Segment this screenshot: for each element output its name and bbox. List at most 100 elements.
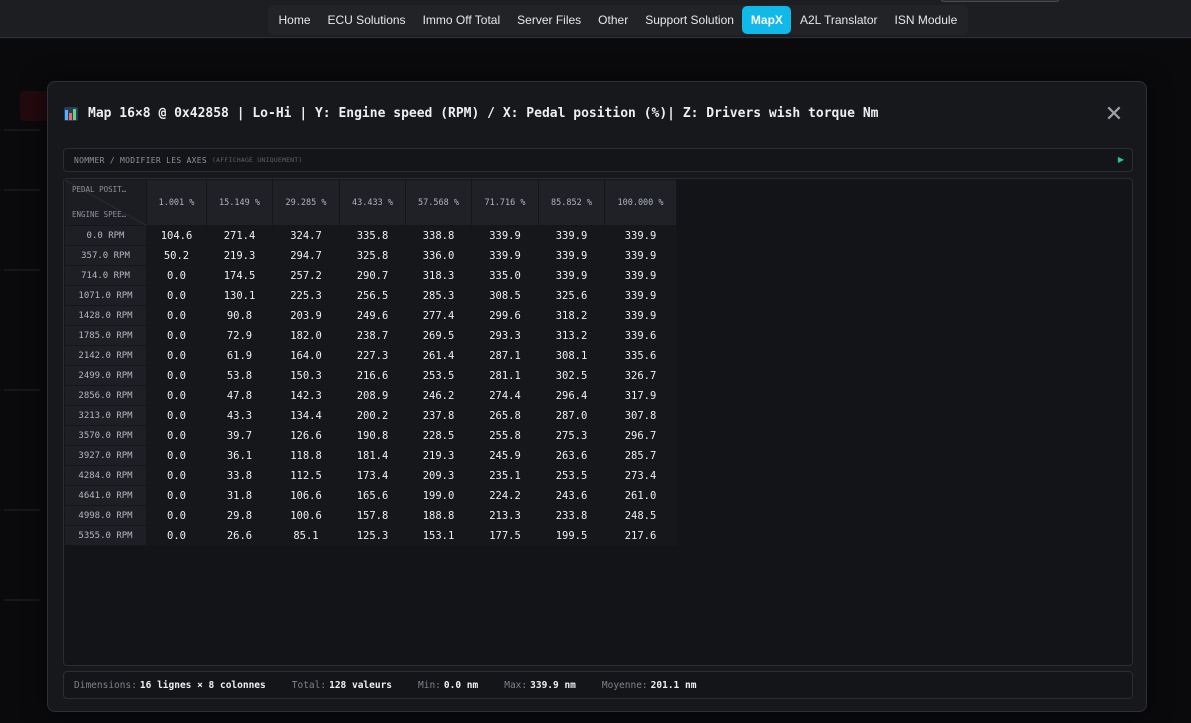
nav-item-support-solution[interactable]: Support Solution	[637, 6, 743, 34]
table-cell[interactable]: 0.0	[146, 325, 207, 346]
table-cell[interactable]: 293.3	[471, 325, 539, 346]
table-cell[interactable]: 106.6	[272, 485, 340, 506]
table-cell[interactable]: 90.8	[206, 305, 273, 326]
table-cell[interactable]: 317.9	[604, 385, 677, 406]
table-cell[interactable]: 50.2	[146, 245, 207, 266]
table-cell[interactable]: 0.0	[146, 305, 207, 326]
table-cell[interactable]: 339.9	[538, 225, 605, 246]
top-right-search-box[interactable]	[940, 0, 1060, 2]
table-cell[interactable]: 203.9	[272, 305, 340, 326]
table-cell[interactable]: 104.6	[146, 225, 207, 246]
table-cell[interactable]: 0.0	[146, 525, 207, 546]
table-cell[interactable]: 339.9	[538, 265, 605, 286]
table-cell[interactable]: 271.4	[206, 225, 273, 246]
table-cell[interactable]: 339.9	[604, 245, 677, 266]
close-button[interactable]: ✕	[1104, 103, 1124, 125]
table-cell[interactable]: 326.7	[604, 365, 677, 386]
table-cell[interactable]: 339.9	[604, 265, 677, 286]
table-cell[interactable]: 253.5	[405, 365, 472, 386]
table-cell[interactable]: 219.3	[405, 445, 472, 466]
table-cell[interactable]: 33.8	[206, 465, 273, 486]
nav-item-home[interactable]: Home	[270, 6, 319, 34]
table-cell[interactable]: 287.0	[538, 405, 605, 426]
table-cell[interactable]: 39.7	[206, 425, 273, 446]
table-cell[interactable]: 287.1	[471, 345, 539, 366]
table-cell[interactable]: 199.5	[538, 525, 605, 546]
table-cell[interactable]: 243.6	[538, 485, 605, 506]
table-cell[interactable]: 290.7	[339, 265, 406, 286]
table-cell[interactable]: 165.6	[339, 485, 406, 506]
table-cell[interactable]: 299.6	[471, 305, 539, 326]
table-cell[interactable]: 164.0	[272, 345, 340, 366]
nav-item-ecu-solutions[interactable]: ECU Solutions	[319, 6, 414, 34]
table-cell[interactable]: 277.4	[405, 305, 472, 326]
nav-item-other[interactable]: Other	[590, 6, 637, 34]
table-cell[interactable]: 339.9	[471, 245, 539, 266]
table-cell[interactable]: 0.0	[146, 465, 207, 486]
nav-item-immo-off-total[interactable]: Immo Off Total	[414, 6, 509, 34]
table-cell[interactable]: 190.8	[339, 425, 406, 446]
rename-axes-bar[interactable]: NOMMER / MODIFIER LES AXES (AFFICHAGE UN…	[63, 148, 1133, 172]
table-cell[interactable]: 26.6	[206, 525, 273, 546]
table-cell[interactable]: 313.2	[538, 325, 605, 346]
table-cell[interactable]: 294.7	[272, 245, 340, 266]
table-cell[interactable]: 36.1	[206, 445, 273, 466]
table-cell[interactable]: 177.5	[471, 525, 539, 546]
table-cell[interactable]: 118.8	[272, 445, 340, 466]
table-cell[interactable]: 253.5	[538, 465, 605, 486]
table-cell[interactable]: 0.0	[146, 385, 207, 406]
table-cell[interactable]: 112.5	[272, 465, 340, 486]
table-cell[interactable]: 216.6	[339, 365, 406, 386]
table-cell[interactable]: 335.6	[604, 345, 677, 366]
table-cell[interactable]: 339.6	[604, 325, 677, 346]
table-cell[interactable]: 307.8	[604, 405, 677, 426]
table-cell[interactable]: 238.7	[339, 325, 406, 346]
table-cell[interactable]: 318.3	[405, 265, 472, 286]
table-cell[interactable]: 209.3	[405, 465, 472, 486]
table-cell[interactable]: 182.0	[272, 325, 340, 346]
table-cell[interactable]: 200.2	[339, 405, 406, 426]
table-cell[interactable]: 153.1	[405, 525, 472, 546]
table-cell[interactable]: 265.8	[471, 405, 539, 426]
table-cell[interactable]: 72.9	[206, 325, 273, 346]
table-cell[interactable]: 339.9	[604, 225, 677, 246]
table-cell[interactable]: 0.0	[146, 425, 207, 446]
table-cell[interactable]: 285.3	[405, 285, 472, 306]
table-cell[interactable]: 335.0	[471, 265, 539, 286]
table-cell[interactable]: 225.3	[272, 285, 340, 306]
table-cell[interactable]: 235.1	[471, 465, 539, 486]
table-cell[interactable]: 130.1	[206, 285, 273, 306]
table-cell[interactable]: 0.0	[146, 405, 207, 426]
table-cell[interactable]: 255.8	[471, 425, 539, 446]
table-cell[interactable]: 339.9	[471, 225, 539, 246]
table-cell[interactable]: 281.1	[471, 365, 539, 386]
table-cell[interactable]: 233.8	[538, 505, 605, 526]
table-cell[interactable]: 274.4	[471, 385, 539, 406]
table-cell[interactable]: 249.6	[339, 305, 406, 326]
table-cell[interactable]: 0.0	[146, 285, 207, 306]
table-cell[interactable]: 296.4	[538, 385, 605, 406]
table-cell[interactable]: 335.8	[339, 225, 406, 246]
table-cell[interactable]: 31.8	[206, 485, 273, 506]
table-cell[interactable]: 0.0	[146, 505, 207, 526]
table-cell[interactable]: 208.9	[339, 385, 406, 406]
table-cell[interactable]: 325.6	[538, 285, 605, 306]
table-cell[interactable]: 325.8	[339, 245, 406, 266]
table-cell[interactable]: 188.8	[405, 505, 472, 526]
table-cell[interactable]: 43.3	[206, 405, 273, 426]
table-cell[interactable]: 213.3	[471, 505, 539, 526]
table-cell[interactable]: 318.2	[538, 305, 605, 326]
table-cell[interactable]: 339.9	[538, 245, 605, 266]
table-cell[interactable]: 302.5	[538, 365, 605, 386]
table-cell[interactable]: 219.3	[206, 245, 273, 266]
expand-arrow-icon[interactable]: ▶	[1118, 155, 1124, 164]
table-cell[interactable]: 296.7	[604, 425, 677, 446]
table-cell[interactable]: 150.3	[272, 365, 340, 386]
table-cell[interactable]: 338.8	[405, 225, 472, 246]
table-cell[interactable]: 173.4	[339, 465, 406, 486]
table-cell[interactable]: 100.6	[272, 505, 340, 526]
table-cell[interactable]: 181.4	[339, 445, 406, 466]
nav-item-a2l-translator[interactable]: A2L Translator	[791, 6, 886, 34]
table-cell[interactable]: 85.1	[272, 525, 340, 546]
table-cell[interactable]: 227.3	[339, 345, 406, 366]
